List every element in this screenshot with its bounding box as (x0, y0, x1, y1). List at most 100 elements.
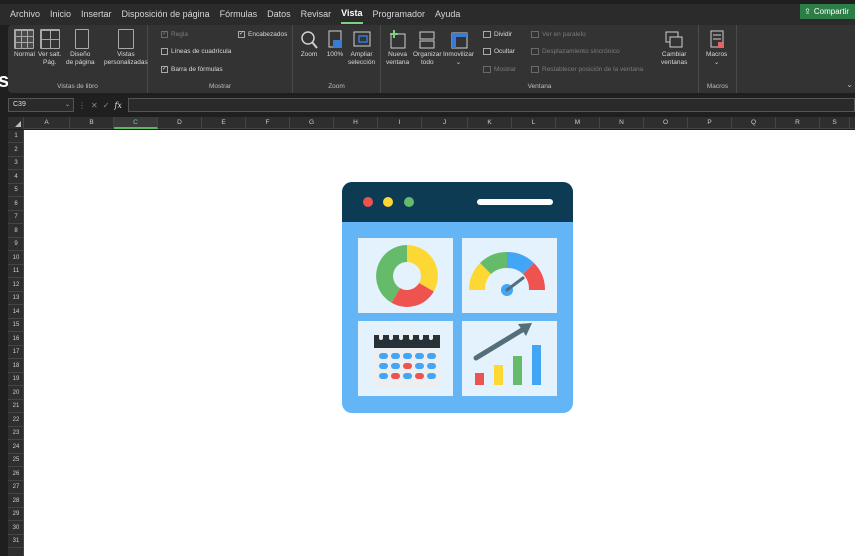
row-header[interactable]: 21 (8, 400, 24, 414)
row-header[interactable]: 2 (8, 144, 24, 157)
dot-red-icon (363, 197, 373, 207)
row-header[interactable]: 14 (8, 306, 24, 319)
column-header-b[interactable]: B (70, 117, 114, 129)
tab-datos[interactable]: Datos (267, 4, 291, 25)
freeze-panes-button[interactable]: Inmovilizar ⌄ (443, 29, 474, 67)
row-header[interactable]: 30 (8, 522, 24, 535)
unhide-button[interactable]: Mostrar (483, 66, 516, 73)
tab-inicio[interactable]: Inicio (50, 4, 71, 25)
tab-programador[interactable]: Programador (373, 4, 426, 25)
row-header[interactable]: 8 (8, 225, 24, 238)
headings-checkbox[interactable]: ✓ Encabezados (238, 31, 287, 38)
row-headers: 1 2 3 4 5 6 7 8 9 10 11 12 13 14 15 16 17 18 19 20 21 22 23 24 2… (8, 130, 24, 556)
column-headers: ABCDEFGHIJKLMNOPQRS (8, 117, 855, 129)
column-header-p[interactable]: P (688, 117, 732, 129)
row-header[interactable]: 12 (8, 279, 24, 292)
row-header[interactable]: 19 (8, 373, 24, 387)
page-layout-button[interactable]: Diseño de página (66, 29, 95, 67)
column-header-n[interactable]: N (600, 117, 644, 129)
row-header[interactable]: 11 (8, 265, 24, 279)
custom-views-icon (117, 29, 134, 49)
zoom-selection-button[interactable]: Ampliar selección (348, 29, 375, 67)
tab-ayuda[interactable]: Ayuda (435, 4, 460, 25)
gridlines-checkbox[interactable]: Líneas de cuadrícula (161, 48, 231, 55)
custom-views-button[interactable]: Vistas personalizadas (104, 29, 148, 67)
zoom-button[interactable]: Zoom (299, 29, 319, 59)
row-header[interactable]: 3 (8, 157, 24, 171)
select-all-corner[interactable] (8, 117, 24, 129)
column-header-d[interactable]: D (158, 117, 202, 129)
row-header[interactable]: 15 (8, 319, 24, 333)
row-header[interactable]: 23 (8, 427, 24, 441)
column-header-f[interactable]: F (246, 117, 290, 129)
tab-vista[interactable]: Vista (341, 5, 363, 24)
row-header[interactable]: 25 (8, 454, 24, 468)
column-header-l[interactable]: L (512, 117, 556, 129)
enter-icon[interactable]: ✓ (103, 101, 110, 110)
row-header[interactable]: 1 (8, 130, 24, 144)
formula-bar-checkbox[interactable]: ✓ Barra de fórmulas (161, 66, 223, 73)
cancel-icon[interactable]: ✕ (91, 101, 98, 110)
row-header[interactable]: 18 (8, 360, 24, 373)
hide-button[interactable]: Ocultar (483, 48, 515, 55)
tab-archivo[interactable]: Archivo (10, 4, 40, 25)
row-header[interactable]: 17 (8, 346, 24, 360)
split-button[interactable]: Dividir (483, 31, 512, 38)
row-header[interactable]: 22 (8, 414, 24, 427)
column-header-c[interactable]: C (114, 117, 158, 129)
column-header-q[interactable]: Q (732, 117, 776, 129)
row-header[interactable]: 26 (8, 468, 24, 481)
new-window-button[interactable]: Nueva ventana (386, 29, 409, 67)
switch-windows-button[interactable]: Cambiar ventanas (661, 29, 687, 67)
tab-revisar[interactable]: Revisar (301, 4, 332, 25)
column-header-s[interactable]: S (820, 117, 850, 129)
arrange-all-button[interactable]: Organizar todo (413, 29, 442, 67)
split-icon (483, 31, 491, 38)
row-header[interactable]: 10 (8, 252, 24, 265)
insert-function-icon[interactable]: fx (114, 101, 121, 110)
row-header[interactable]: 7 (8, 211, 24, 225)
normal-view-icon (14, 29, 35, 49)
name-box-dropdown-icon[interactable]: ⌄ (65, 99, 70, 111)
column-header-g[interactable]: G (290, 117, 334, 129)
column-header-i[interactable]: I (378, 117, 422, 129)
column-header-e[interactable]: E (202, 117, 246, 129)
row-header[interactable]: 31 (8, 535, 24, 549)
column-header-m[interactable]: M (556, 117, 600, 129)
collapse-ribbon-icon[interactable]: ⌄ (846, 80, 853, 89)
column-header-r[interactable]: R (776, 117, 820, 129)
macros-button[interactable]: Macros ⌄ (706, 29, 727, 67)
formula-bar-check-icon: ✓ (161, 66, 168, 73)
row-header[interactable]: 13 (8, 292, 24, 306)
view-side-by-side-button[interactable]: Ver en paralelo (531, 31, 586, 38)
column-header-k[interactable]: K (468, 117, 512, 129)
row-header[interactable]: 9 (8, 238, 24, 252)
share-button[interactable]: ⇪ Compartir (800, 4, 855, 19)
column-header-a[interactable]: A (24, 117, 70, 129)
normal-view-button[interactable]: Normal (14, 29, 35, 59)
row-header[interactable]: 5 (8, 184, 24, 198)
row-header[interactable]: 16 (8, 333, 24, 346)
ruler-checkbox[interactable]: ✓ Regla (161, 31, 188, 38)
column-header-h[interactable]: H (334, 117, 378, 129)
dashboard-illustration (342, 182, 573, 413)
page-break-preview-button[interactable]: Ver salt. Pág. (38, 29, 61, 67)
tab-insertar[interactable]: Insertar (81, 4, 112, 25)
row-header[interactable]: 4 (8, 171, 24, 184)
row-header[interactable]: 27 (8, 481, 24, 495)
tab-fórmulas[interactable]: Fórmulas (220, 4, 258, 25)
row-header[interactable]: 6 (8, 198, 24, 211)
sync-scroll-button[interactable]: Desplazamiento sincrónico (531, 48, 620, 55)
more-icon[interactable]: ⋮ (78, 101, 86, 110)
name-box[interactable]: C39 ⌄ (8, 98, 74, 112)
tab-disposición-de-página[interactable]: Disposición de página (122, 4, 210, 25)
row-header[interactable]: 20 (8, 387, 24, 400)
formula-input[interactable] (128, 98, 855, 112)
reset-position-button[interactable]: Restablecer posición de la ventana (531, 66, 643, 73)
column-header-o[interactable]: O (644, 117, 688, 129)
row-header[interactable]: 28 (8, 495, 24, 508)
zoom-100-button[interactable]: 100% (325, 29, 345, 59)
column-header-j[interactable]: J (422, 117, 468, 129)
row-header[interactable]: 29 (8, 508, 24, 522)
row-header[interactable]: 24 (8, 441, 24, 454)
